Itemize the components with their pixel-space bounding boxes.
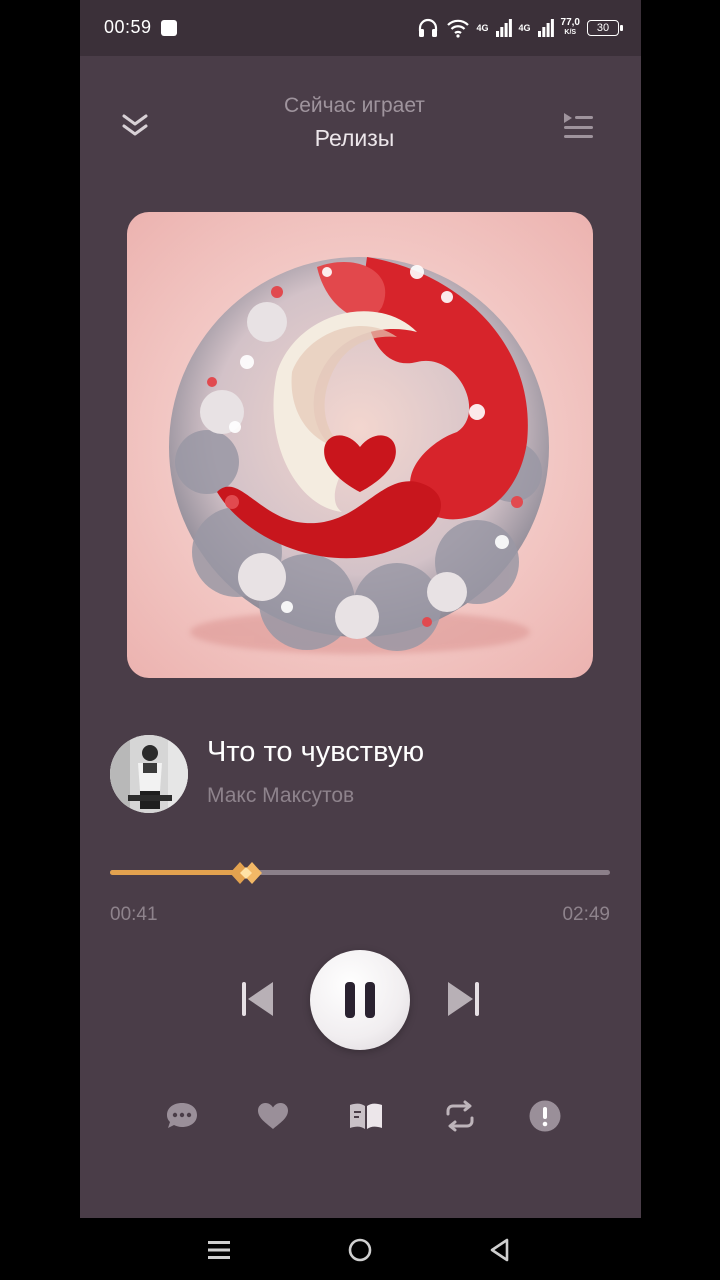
back-icon xyxy=(490,1238,509,1262)
artist-photo xyxy=(110,735,188,813)
lyrics-book-icon xyxy=(350,1103,382,1129)
previous-button[interactable] xyxy=(234,976,280,1022)
comments-button[interactable] xyxy=(162,1096,202,1136)
alert-icon xyxy=(529,1100,561,1132)
next-button[interactable] xyxy=(441,976,487,1022)
queue-list-icon xyxy=(564,113,593,138)
total-time: 02:49 xyxy=(562,904,610,925)
pause-button[interactable] xyxy=(310,950,410,1050)
skip-previous-icon xyxy=(242,982,273,1016)
signal-icon-1 xyxy=(495,19,512,37)
queue-button[interactable] xyxy=(556,104,600,148)
speed-value: 77,0 xyxy=(560,17,580,28)
pause-icon xyxy=(345,982,375,1018)
album-cover-art xyxy=(127,212,593,678)
system-nav-bar xyxy=(0,1218,720,1280)
status-icons: 4G 4G 77,0 K/S 30 xyxy=(417,14,623,42)
nav-home-button[interactable] xyxy=(338,1228,382,1272)
heart-icon xyxy=(258,1103,288,1129)
now-playing-label: Сейчас играет xyxy=(284,94,425,117)
playlist-title[interactable]: Релизы xyxy=(80,125,629,152)
wifi-icon xyxy=(446,19,469,38)
network-label-2: 4G xyxy=(518,22,531,33)
status-time: 00:59 xyxy=(104,17,152,37)
menu-icon xyxy=(208,1241,230,1259)
nav-back-button[interactable] xyxy=(478,1228,522,1272)
network-label-1: 4G xyxy=(476,22,489,33)
report-button[interactable] xyxy=(525,1096,565,1136)
comment-icon xyxy=(167,1103,197,1128)
like-button[interactable] xyxy=(253,1096,293,1136)
repeat-icon xyxy=(446,1100,474,1132)
speed-unit: K/S xyxy=(564,29,577,36)
home-icon xyxy=(348,1238,372,1262)
status-bar: 00:59 4G 4G 77,0 K/S 30 xyxy=(80,0,641,56)
lyrics-button[interactable] xyxy=(346,1096,386,1136)
artist-avatar[interactable] xyxy=(110,735,188,813)
network-speed: 77,0 K/S xyxy=(561,18,580,38)
seek-thumb[interactable] xyxy=(230,860,266,886)
album-cover xyxy=(127,212,593,678)
battery-indicator: 30 xyxy=(587,20,623,36)
notification-icon xyxy=(161,20,177,36)
elapsed-time: 00:41 xyxy=(110,904,158,925)
signal-icon-2 xyxy=(537,19,554,37)
repeat-button[interactable] xyxy=(440,1096,480,1136)
nav-menu-button[interactable] xyxy=(197,1228,241,1272)
seek-thumb-icon xyxy=(230,862,262,884)
headphones-icon xyxy=(418,18,437,37)
seek-bar[interactable] xyxy=(110,862,610,884)
track-title: Что то чувствую xyxy=(207,736,425,768)
seek-bar-fill xyxy=(110,870,240,875)
skip-next-icon xyxy=(448,982,479,1016)
player-screen: 00:59 4G 4G 77,0 K/S 30 Сейчас играет Ре… xyxy=(80,0,641,1218)
track-artist[interactable]: Макс Максутов xyxy=(207,784,354,808)
